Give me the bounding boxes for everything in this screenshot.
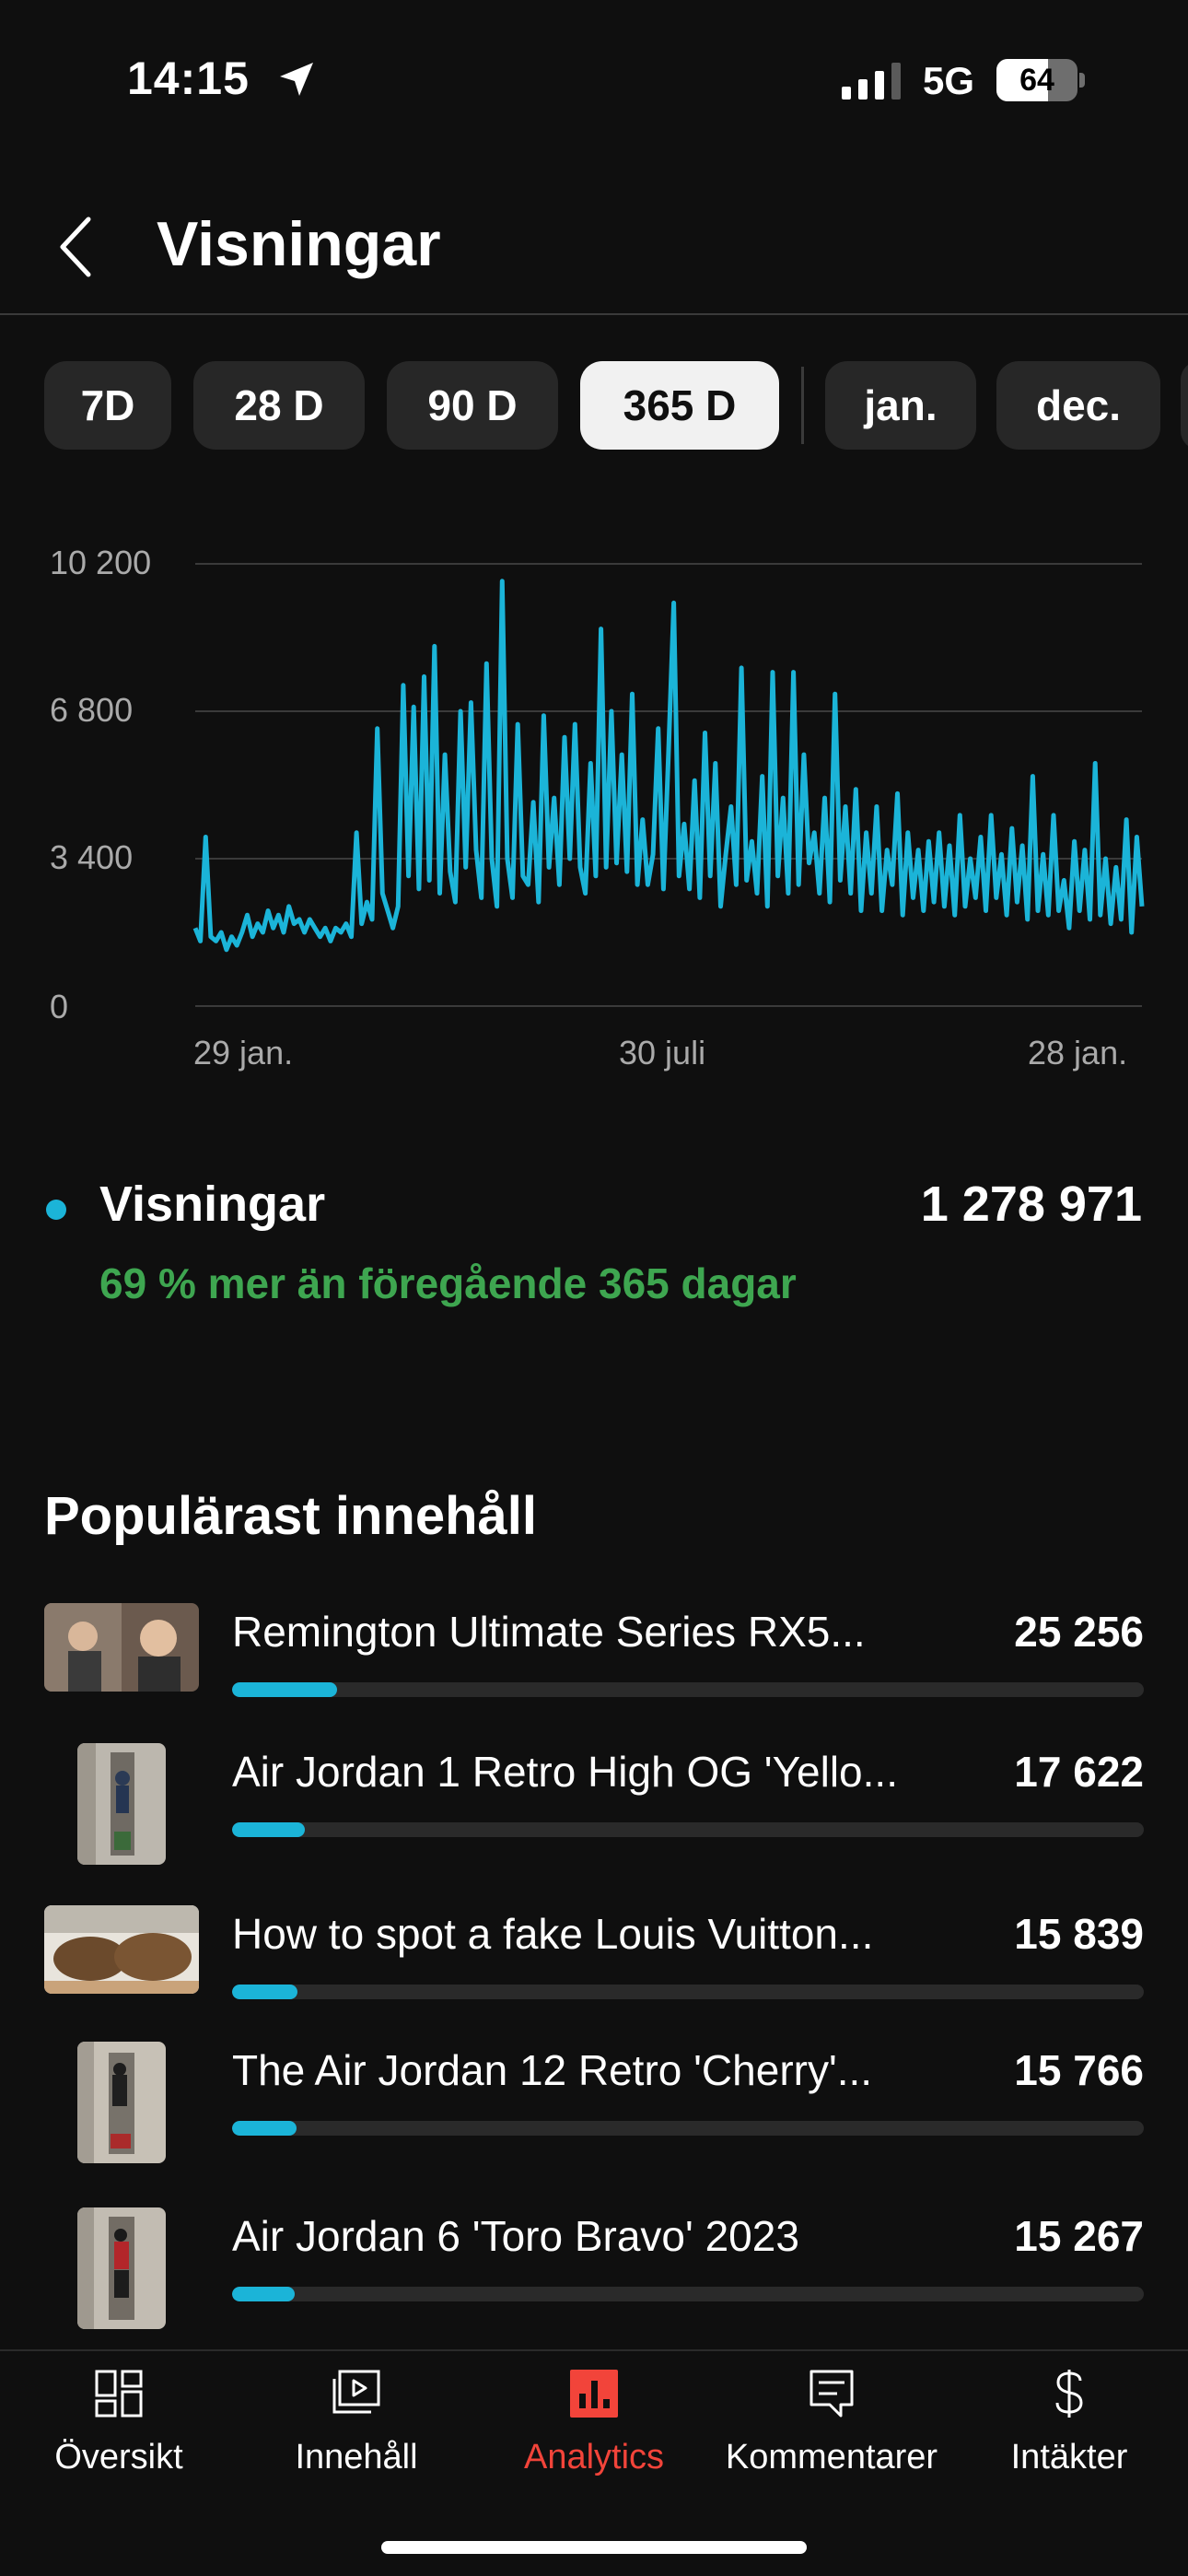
content-views: 17 622 xyxy=(1014,1748,1144,1796)
content-item[interactable]: How to spot a fake Louis Vuitton... 15 8… xyxy=(0,1905,1188,2034)
content-views: 15 267 xyxy=(1014,2212,1144,2260)
metric-summary: Visningar 1 278 971 69 % mer än föregåen… xyxy=(0,1161,1188,1327)
dollar-icon xyxy=(1055,2370,1083,2418)
content-views: 25 256 xyxy=(1014,1608,1144,1656)
content-title: Air Jordan 6 'Toro Bravo' 2023 xyxy=(232,2212,799,2260)
video-thumbnail xyxy=(44,1905,199,1994)
battery-percent: 64 xyxy=(1019,63,1054,98)
period-chip-jan[interactable]: jan. xyxy=(825,361,976,450)
tab-label: Översikt xyxy=(54,2438,183,2476)
y-tick-label: 0 xyxy=(50,988,69,1025)
content-item[interactable]: Remington Ultimate Series RX5... 25 256 xyxy=(0,1603,1188,1732)
views-series-line xyxy=(192,579,1145,953)
comments-icon xyxy=(809,2370,854,2418)
period-chip-7d[interactable]: 7D xyxy=(44,361,171,450)
video-thumbnail xyxy=(44,1603,199,1692)
content-item[interactable]: Air Jordan 6 'Toro Bravo' 2023 15 267 xyxy=(0,2207,1188,2336)
content-title: How to spot a fake Louis Vuitton... xyxy=(232,1910,874,1958)
period-chip-overflow[interactable] xyxy=(1181,361,1188,450)
views-share-bar xyxy=(232,2287,1144,2301)
section-title: Populärast innehåll xyxy=(44,1486,537,1546)
content-item[interactable]: Air Jordan 1 Retro High OG 'Yello... 17 … xyxy=(0,1743,1188,1872)
tab-kommentarer[interactable]: Kommentarer xyxy=(713,2351,950,2535)
metric-total: 1 278 971 xyxy=(920,1177,1142,1232)
content-views: 15 839 xyxy=(1014,1910,1144,1958)
tab-intakter[interactable]: Intäkter xyxy=(950,2351,1188,2535)
views-share-fill xyxy=(232,1822,306,1837)
page-header: Visningar xyxy=(0,175,1188,315)
home-indicator xyxy=(381,2541,807,2554)
views-share-bar xyxy=(232,1822,1144,1837)
views-share-fill xyxy=(232,2121,297,2136)
dashboard-icon xyxy=(95,2370,143,2418)
cellular-signal-icon xyxy=(842,63,901,100)
y-tick-label: 3 400 xyxy=(50,838,134,876)
content-title: The Air Jordan 12 Retro 'Cherry'... xyxy=(232,2046,873,2094)
metric-change: 69 % mer än föregående 365 dagar xyxy=(99,1259,797,1307)
views-share-bar xyxy=(232,1985,1144,1999)
tab-label: Intäkter xyxy=(1010,2438,1128,2476)
back-arrow-icon[interactable] xyxy=(50,210,105,284)
tab-analytics[interactable]: Analytics xyxy=(475,2351,713,2535)
tab-label: Kommentarer xyxy=(725,2438,938,2476)
views-share-bar xyxy=(232,2121,1144,2136)
content-views: 15 766 xyxy=(1014,2046,1144,2094)
views-share-bar xyxy=(232,1682,1144,1697)
chip-divider xyxy=(801,367,804,444)
views-share-fill xyxy=(232,2287,296,2301)
analytics-screen: 14:15 5G 64 Visningar 7D 28 D 90 D 365 D… xyxy=(0,0,1188,2576)
page-title: Visningar xyxy=(157,209,441,279)
location-arrow-icon xyxy=(280,63,313,96)
period-chip-dec[interactable]: dec. xyxy=(996,361,1160,450)
content-title: Remington Ultimate Series RX5... xyxy=(232,1608,866,1656)
status-time: 14:15 xyxy=(127,53,250,104)
analytics-icon xyxy=(570,2370,618,2418)
period-chip-365d[interactable]: 365 D xyxy=(580,361,779,450)
tab-innehall[interactable]: Innehåll xyxy=(238,2351,475,2535)
x-tick-label: 30 juli xyxy=(619,1034,706,1071)
x-tick-label: 28 jan. xyxy=(1028,1034,1128,1071)
views-share-fill xyxy=(232,1985,298,1999)
metric-label: Visningar xyxy=(99,1177,326,1232)
status-bar: 14:15 5G 64 xyxy=(0,0,1188,157)
period-chip-28d[interactable]: 28 D xyxy=(193,361,365,450)
views-line-chart: 10 200 6 800 3 400 0 29 jan. 30 juli 28 … xyxy=(0,516,1188,1106)
content-item[interactable]: The Air Jordan 12 Retro 'Cherry'... 15 7… xyxy=(0,2042,1188,2171)
tab-label: Analytics xyxy=(523,2438,665,2476)
period-chip-90d[interactable]: 90 D xyxy=(387,361,558,450)
video-thumbnail xyxy=(77,2207,166,2329)
period-selector: 7D 28 D 90 D 365 D jan. dec. xyxy=(0,361,1188,450)
video-thumbnail xyxy=(77,1743,166,1865)
views-share-fill xyxy=(232,1682,337,1697)
video-thumbnail xyxy=(77,2042,166,2163)
chart-canvas xyxy=(192,563,1145,1007)
content-icon xyxy=(332,2370,380,2414)
series-legend-dot xyxy=(46,1200,66,1220)
y-tick-label: 6 800 xyxy=(50,691,134,729)
tab-oversikt[interactable]: Översikt xyxy=(0,2351,238,2535)
network-type: 5G xyxy=(923,59,975,102)
y-tick-label: 10 200 xyxy=(50,544,152,581)
x-tick-label: 29 jan. xyxy=(193,1034,294,1071)
content-title: Air Jordan 1 Retro High OG 'Yello... xyxy=(232,1748,898,1796)
tab-label: Innehåll xyxy=(295,2438,418,2476)
battery-icon: 64 xyxy=(996,59,1085,101)
